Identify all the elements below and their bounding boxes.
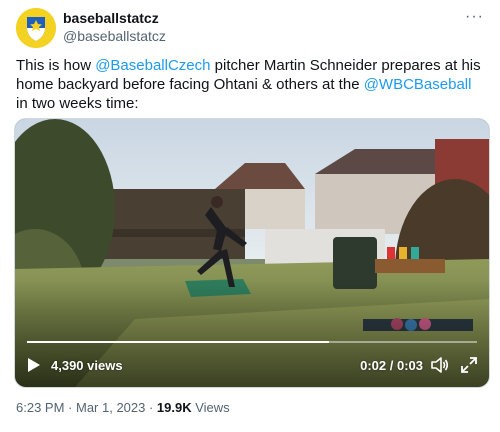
video-player[interactable]: 4,390 views 0:02 / 0:03 (14, 118, 490, 388)
more-options-icon[interactable]: ··· (465, 8, 484, 26)
mention-link[interactable]: @BaseballCzech (95, 57, 210, 74)
avatar[interactable] (16, 8, 56, 48)
time-separator: / (386, 358, 397, 373)
tweet-meta: 6:23 PM · Mar 1, 2023 · 19.9K Views (16, 400, 230, 415)
current-time: 0:02 (360, 358, 387, 373)
tweet-time[interactable]: 6:23 PM (16, 400, 64, 415)
tweet-header: baseballstatcz @baseballstatcz ··· (16, 8, 484, 48)
volume-icon[interactable] (431, 357, 449, 373)
tweet-text: This is how @BaseballCzech pitcher Marti… (16, 56, 484, 113)
play-icon[interactable] (27, 357, 41, 373)
video-progress-bar[interactable] (27, 341, 477, 343)
video-view-count: 4,390 views (51, 358, 123, 373)
video-progress-fill (27, 341, 329, 343)
tweet-text-part: in two weeks time: (16, 95, 139, 112)
meta-separator: · (64, 400, 76, 415)
duration: 0:03 (396, 358, 423, 373)
author-names: baseballstatcz @baseballstatcz (63, 9, 166, 45)
video-frame (15, 119, 489, 387)
tweet-text-part: This is how (16, 57, 96, 74)
handle[interactable]: @baseballstatcz (63, 27, 166, 45)
shield-logo-icon (16, 8, 56, 48)
tweet-views-count: 19.9K (156, 400, 192, 415)
fullscreen-icon[interactable] (461, 357, 477, 373)
video-controls: 4,390 views 0:02 / 0:03 (15, 355, 489, 377)
tweet-date[interactable]: Mar 1, 2023 (76, 400, 145, 415)
tweet-views-label: Views (191, 400, 230, 415)
mention-link[interactable]: @WBCBaseball (364, 76, 472, 93)
display-name[interactable]: baseballstatcz (63, 9, 166, 27)
meta-separator: · (145, 400, 157, 415)
video-time: 0:02 / 0:03 (360, 358, 423, 373)
